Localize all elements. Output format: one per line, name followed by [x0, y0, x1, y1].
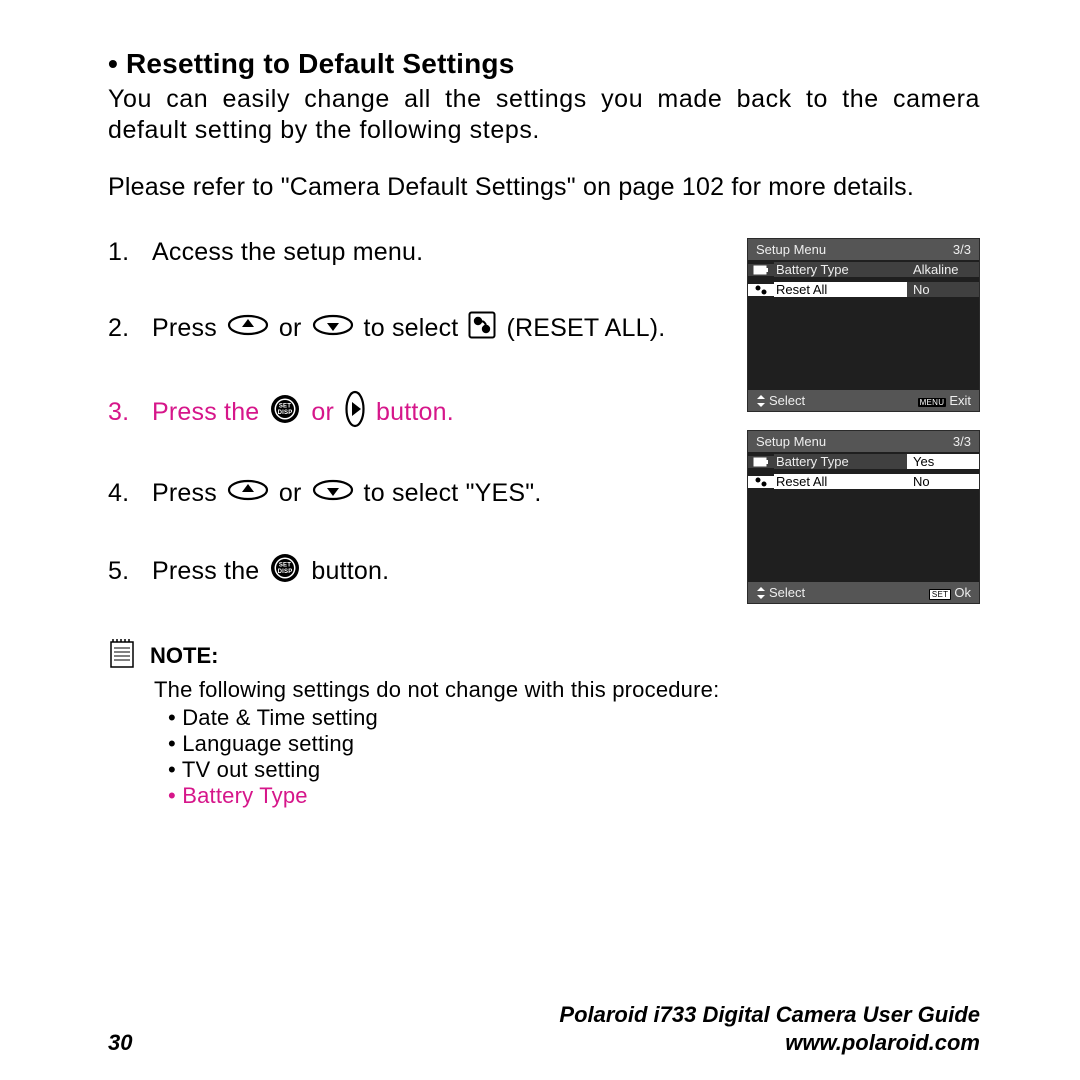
menu-row-reset: Reset All No — [748, 472, 979, 492]
note-heading: NOTE: — [108, 637, 980, 675]
step-text: Press the — [152, 398, 259, 427]
screen-body: Battery Type Alkaline Reset All No — [748, 260, 979, 390]
menu-value: Yes — [907, 454, 979, 469]
menu-label: Battery Type — [774, 454, 907, 469]
screen-header: Setup Menu 3/3 — [748, 239, 979, 260]
lcd-screenshot-2: Setup Menu 3/3 Battery Type Yes Reset Al… — [747, 430, 980, 604]
svg-text:DISP: DISP — [278, 410, 293, 416]
svg-text:DISP: DISP — [278, 569, 293, 575]
step-text: Press the — [152, 557, 259, 586]
reset-icon — [748, 476, 774, 488]
note-item: Date & Time setting — [168, 705, 980, 731]
screen-page: 3/3 — [953, 242, 971, 257]
section-heading: Resetting to Default Settings — [108, 48, 980, 80]
step-4: 4. Press or to select "YES". — [108, 479, 727, 508]
menu-value: No — [907, 282, 979, 297]
note-text: The following settings do not change wit… — [154, 677, 980, 703]
menu-label: Reset All — [774, 282, 907, 297]
step-text: Access the setup menu. — [152, 238, 423, 267]
step-text: or — [279, 314, 302, 343]
step-5: 5. Press the SETDISP button. — [108, 552, 727, 591]
intro-paragraph: You can easily change all the settings y… — [108, 84, 980, 147]
menu-label: Battery Type — [774, 262, 907, 277]
menu-label: Reset All — [774, 474, 907, 489]
step-number: 3. — [108, 398, 142, 427]
menu-value: Alkaline — [907, 262, 979, 277]
reference-paragraph: Please refer to "Camera Default Settings… — [108, 173, 980, 202]
step-number: 2. — [108, 314, 142, 343]
screen-body: Battery Type Yes Reset All No — [748, 452, 979, 582]
page-footer: 30 Polaroid i733 Digital Camera User Gui… — [108, 1001, 980, 1056]
step-3: 3. Press the SETDISP or button. — [108, 390, 727, 435]
body-row: 1. Access the setup menu. 2. Press or to… — [108, 238, 980, 635]
menu-row-battery: Battery Type Yes — [748, 452, 979, 472]
step-2: 2. Press or to select (RESET ALL). — [108, 311, 727, 346]
down-button-icon — [312, 479, 354, 508]
note-item: Language setting — [168, 731, 980, 757]
step-text: or — [279, 479, 302, 508]
battery-icon — [748, 456, 774, 468]
screen-footer: Select SETOk — [748, 582, 979, 603]
guide-url: www.polaroid.com — [559, 1029, 980, 1057]
footer-right: Polaroid i733 Digital Camera User Guide … — [559, 1001, 980, 1056]
manual-page: Resetting to Default Settings You can ea… — [0, 0, 1080, 1080]
menu-value: No — [907, 474, 979, 489]
right-button-icon — [344, 390, 366, 435]
screen-page: 3/3 — [953, 434, 971, 449]
step-number: 5. — [108, 557, 142, 586]
steps-list: 1. Access the setup menu. 2. Press or to… — [108, 238, 727, 635]
screen-title: Setup Menu — [756, 434, 826, 449]
svg-text:SET: SET — [279, 562, 291, 568]
step-text: or — [311, 398, 334, 427]
note-item: TV out setting — [168, 757, 980, 783]
step-1: 1. Access the setup menu. — [108, 238, 727, 267]
screen-footer: Select MENUExit — [748, 390, 979, 411]
step-text: to select — [364, 314, 459, 343]
footer-right: MENUExit — [918, 393, 971, 408]
note-title: NOTE: — [150, 643, 218, 669]
reset-all-icon — [468, 311, 496, 346]
note-list: Date & Time setting Language setting TV … — [168, 705, 980, 809]
screen-title: Setup Menu — [756, 242, 826, 257]
menu-row-battery: Battery Type Alkaline — [748, 260, 979, 280]
note-block: NOTE: The following settings do not chan… — [108, 637, 980, 809]
step-text: Press — [152, 479, 217, 508]
step-text: button. — [311, 557, 389, 586]
screen-header: Setup Menu 3/3 — [748, 431, 979, 452]
svg-text:SET: SET — [279, 403, 291, 409]
page-number: 30 — [108, 1030, 132, 1056]
step-number: 4. — [108, 479, 142, 508]
set-disp-button-icon: SETDISP — [269, 552, 301, 591]
footer-right: SETOk — [929, 585, 971, 600]
step-text: button. — [376, 398, 454, 427]
footer-left: Select — [756, 393, 805, 408]
notepad-icon — [108, 637, 136, 675]
set-disp-button-icon: SETDISP — [269, 393, 301, 432]
step-text: (RESET ALL). — [506, 314, 665, 343]
footer-left: Select — [756, 585, 805, 600]
screenshots-column: Setup Menu 3/3 Battery Type Alkaline Res… — [747, 238, 980, 622]
lcd-screenshot-1: Setup Menu 3/3 Battery Type Alkaline Res… — [747, 238, 980, 412]
guide-title: Polaroid i733 Digital Camera User Guide — [559, 1001, 980, 1029]
step-text: Press — [152, 314, 217, 343]
reset-icon — [748, 284, 774, 296]
up-button-icon — [227, 479, 269, 508]
menu-row-reset: Reset All No — [748, 280, 979, 300]
battery-icon — [748, 264, 774, 276]
note-item: Battery Type — [168, 783, 980, 809]
up-button-icon — [227, 314, 269, 343]
step-number: 1. — [108, 238, 142, 267]
step-text: to select "YES". — [364, 479, 542, 508]
down-button-icon — [312, 314, 354, 343]
